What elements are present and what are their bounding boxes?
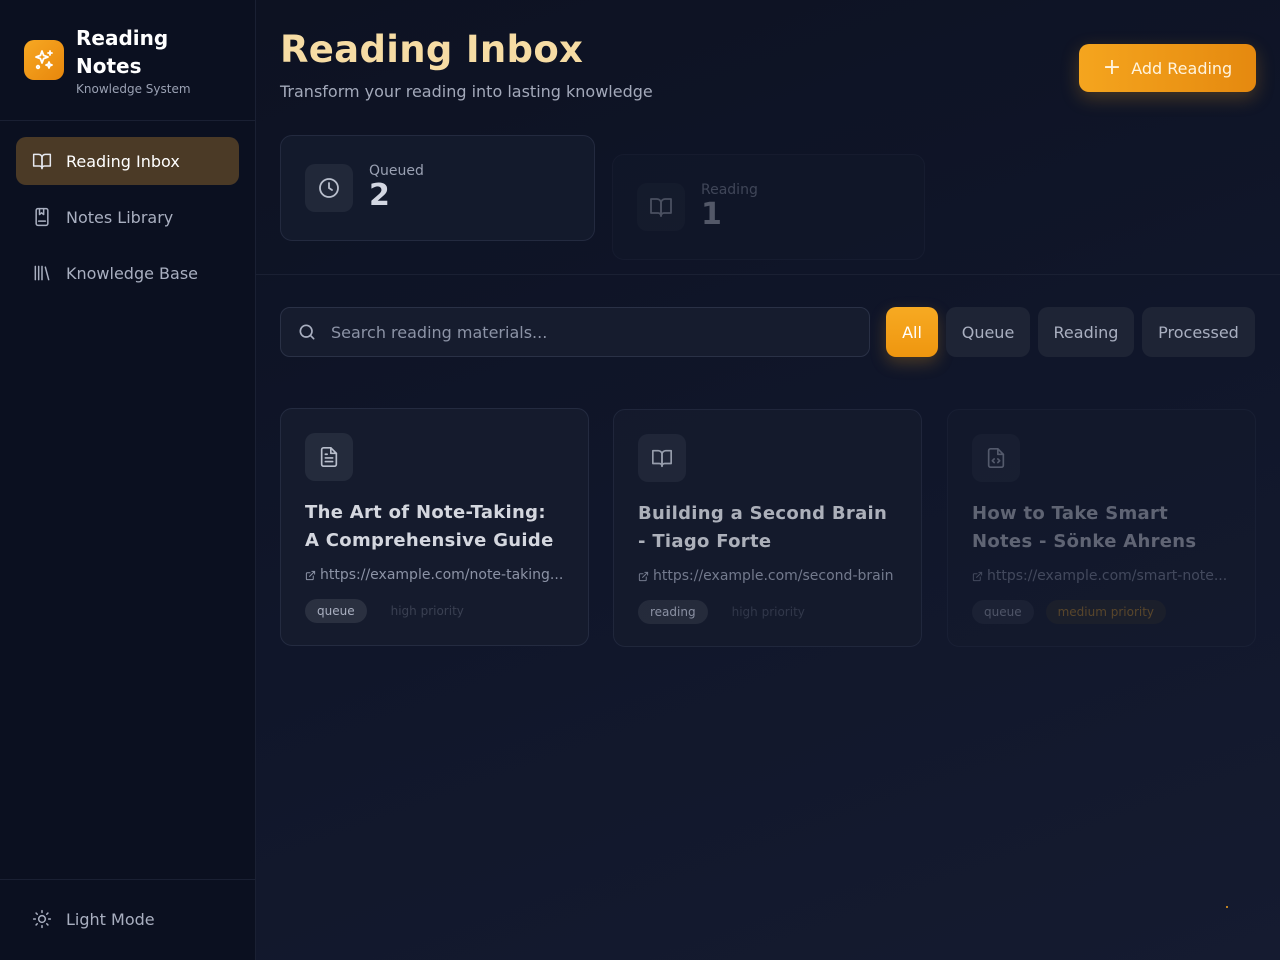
external-link-icon (638, 571, 649, 581)
card-url-text: https://example.com/smart-note... (987, 568, 1228, 584)
card-title: The Art of Note-Taking: A Comprehensive … (305, 502, 554, 551)
stat-value: 1 (701, 197, 722, 232)
sidebar-item-knowledge-base[interactable]: Knowledge Base (16, 249, 239, 297)
stat-card-reading: Reading 1 (612, 154, 925, 260)
filter-all[interactable]: All (886, 307, 938, 357)
sidebar-item-notes-library[interactable]: Notes Library (16, 193, 239, 241)
sidebar: Reading Notes Knowledge System Reading I… (0, 0, 256, 960)
card-tags: queue high priority (305, 599, 564, 623)
filter-tabs: All Queue Reading Processed (886, 307, 1255, 357)
filter-reading[interactable]: Reading (1038, 307, 1134, 357)
reading-card[interactable]: Building a Second Brain - Tiago Forte ht… (613, 409, 922, 647)
add-reading-button[interactable]: + Add Reading (1079, 44, 1256, 92)
book-open-icon (637, 183, 685, 231)
priority-badge: high priority (731, 605, 805, 619)
library-icon (34, 265, 50, 281)
filter-processed[interactable]: Processed (1142, 307, 1255, 357)
clock-icon (305, 164, 353, 212)
card-title: How to Take Smart Notes - Sönke Ahrens (972, 503, 1197, 552)
sidebar-item-reading-inbox[interactable]: Reading Inbox (16, 137, 239, 185)
brand-subtitle: Knowledge System (76, 82, 191, 96)
page-subtitle: Transform your reading into lasting know… (280, 82, 653, 101)
sidebar-item-label: Notes Library (66, 207, 174, 227)
sun-icon (32, 909, 52, 929)
notebook-icon (35, 207, 49, 227)
external-link-icon (972, 571, 983, 581)
search-input[interactable] (331, 322, 851, 342)
priority-badge: high priority (390, 604, 464, 618)
stat-card-queued: Queued 2 (280, 135, 595, 241)
accent-dot (1226, 906, 1228, 908)
card-tags: queue medium priority (972, 600, 1231, 624)
search-icon (299, 324, 315, 340)
header-divider (256, 274, 1280, 275)
sidebar-item-label: Knowledge Base (66, 263, 198, 283)
priority-badge: medium priority (1045, 600, 1167, 624)
filter-queue[interactable]: Queue (946, 307, 1030, 357)
stat-label: Queued (369, 163, 424, 179)
reading-card[interactable]: How to Take Smart Notes - Sönke Ahrens h… (947, 409, 1256, 647)
sidebar-divider (0, 120, 255, 121)
external-link-icon (305, 570, 316, 580)
brand[interactable]: Reading Notes Knowledge System (24, 24, 196, 96)
stat-value: 2 (369, 178, 390, 213)
reading-card[interactable]: The Art of Note-Taking: A Comprehensive … (280, 408, 589, 646)
card-tags: reading high priority (638, 600, 897, 624)
status-badge: queue (305, 599, 367, 623)
book-open-icon (32, 153, 52, 170)
book-open-icon (638, 434, 686, 482)
brand-title: Reading Notes (76, 26, 169, 78)
card-url-text: https://example.com/second-brain (653, 568, 894, 584)
file-text-icon (305, 433, 353, 481)
app: Reading Notes Knowledge System Reading I… (0, 0, 1280, 960)
status-badge: queue (972, 600, 1034, 624)
file-code-icon (972, 434, 1020, 482)
card-title: Building a Second Brain - Tiago Forte (638, 503, 888, 552)
card-url[interactable]: https://example.com/second-brain (638, 568, 897, 584)
stat-label: Reading (701, 182, 758, 198)
sidebar-nav: Reading Inbox Notes Library Knowledge Ba… (16, 137, 239, 305)
card-url[interactable]: https://example.com/note-taking... (305, 567, 564, 583)
sidebar-divider (0, 879, 255, 880)
card-url-text: https://example.com/note-taking... (320, 567, 564, 583)
search-bar[interactable] (280, 307, 870, 357)
page-title: Reading Inbox (280, 28, 584, 71)
sidebar-item-label: Reading Inbox (66, 151, 180, 171)
plus-icon: + (1102, 55, 1122, 80)
theme-toggle-button[interactable]: Light Mode (32, 902, 155, 936)
main-content: Reading Inbox Transform your reading int… (256, 0, 1280, 960)
add-reading-label: Add Reading (1131, 58, 1233, 78)
theme-toggle-label: Light Mode (66, 909, 155, 929)
card-url[interactable]: https://example.com/smart-note... (972, 568, 1231, 584)
sparkles-icon (24, 40, 64, 80)
status-badge: reading (638, 600, 708, 624)
